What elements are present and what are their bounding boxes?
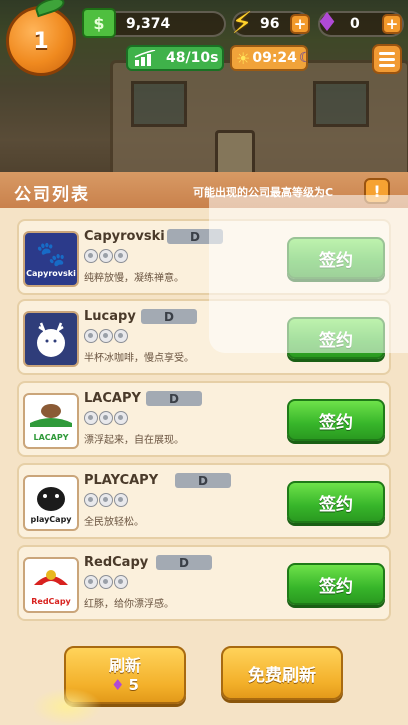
company-star-rating: [84, 329, 128, 343]
company-star-rating: [84, 575, 128, 589]
company-slogan: 红豚，给你漂浮感。: [84, 599, 174, 610]
company-card-lacapy: LACAPY LACAPY D 漂浮起来，自在展现。 签约: [17, 381, 391, 457]
game-clock-value: 09:24: [252, 50, 297, 66]
free-refresh-label: 免费刷新: [248, 665, 316, 686]
cash-icon: $: [82, 8, 116, 38]
menu-icon-line: [379, 63, 395, 67]
logo-caption: RedCapy: [31, 596, 71, 606]
gem-icon: ♦: [111, 676, 125, 694]
company-grade-badge: D: [146, 391, 202, 406]
company-card-redcapy: RedCapy RedCapy D 红豚，给你漂浮感。 签约: [17, 545, 391, 621]
capybara-head-icon: [37, 486, 65, 511]
company-name: LACAPY: [84, 391, 141, 406]
company-grade-badge: D: [141, 309, 197, 324]
logo-caption: Capyrovski: [26, 268, 76, 278]
red-capybara-icon: [34, 569, 68, 585]
company-slogan: 漂浮起来，自在展现。: [84, 435, 184, 446]
company-name: PLAYCAPY: [84, 473, 159, 488]
free-refresh-button[interactable]: 免费刷新: [221, 646, 343, 700]
add-gems-button[interactable]: +: [382, 14, 402, 34]
company-grade-badge: D: [167, 229, 223, 244]
gem-icon: ♦: [315, 8, 339, 38]
lucapy-logo: [23, 311, 79, 367]
company-name: Lucapy: [84, 309, 136, 324]
crocodile-capybara-icon: [30, 403, 72, 427]
redcapy-logo: RedCapy: [23, 557, 79, 613]
refresh-cost-value: 5: [128, 676, 139, 694]
player-level-value: 1: [33, 28, 49, 54]
sign-button[interactable]: 签约: [287, 563, 385, 605]
company-slogan: 全民放轻松。: [84, 517, 144, 528]
logo-caption: playCapy: [30, 514, 72, 524]
info-button[interactable]: !: [364, 178, 390, 204]
menu-icon-line: [379, 57, 395, 61]
refresh-button[interactable]: 刷新 ♦ 5: [64, 646, 186, 704]
income-rate-value: 48/10s: [166, 50, 219, 66]
menu-button[interactable]: [372, 44, 402, 74]
sun-icon: ☀: [236, 48, 251, 68]
growth-chart-icon: [134, 50, 156, 66]
company-star-rating: [84, 249, 128, 263]
sign-button[interactable]: 签约: [287, 317, 385, 359]
refresh-cost: ♦ 5: [66, 676, 184, 694]
income-rate-indicator[interactable]: 48/10s: [126, 45, 224, 71]
company-star-rating: [84, 493, 128, 507]
panel-title: 公司列表: [14, 185, 90, 205]
company-grade-badge: D: [175, 473, 231, 488]
exclamation-icon: !: [373, 181, 381, 201]
sign-button[interactable]: 签约: [287, 481, 385, 523]
company-name: RedCapy: [84, 555, 149, 570]
lacapy-logo: LACAPY: [23, 393, 79, 449]
game-clock: ☀ 09:24 ☾: [230, 45, 311, 71]
company-star-rating: [84, 411, 128, 425]
sign-button[interactable]: 签约: [287, 399, 385, 441]
sign-button[interactable]: 签约: [287, 237, 385, 279]
refresh-label: 刷新: [108, 656, 141, 675]
deer-icon: [37, 322, 65, 357]
company-card-playcapy: playCapy PLAYCAPY D 全民放轻松。 签约: [17, 463, 391, 539]
max-grade-hint: 可能出现的公司最高等级为C: [193, 186, 334, 199]
playcapy-logo: playCapy: [23, 475, 79, 531]
add-energy-button[interactable]: +: [290, 14, 310, 34]
logo-caption: LACAPY: [33, 432, 69, 442]
company-name: Capyrovski: [84, 229, 165, 244]
moon-icon: ☾: [298, 50, 312, 66]
company-card-lucapy: Lucapy D 半杯冰咖啡，慢点享受。 签约: [17, 299, 391, 375]
company-card-capyrovski: 🐾 Capyrovski Capyrovski D 纯粹放慢，凝练禅意。 签约: [17, 219, 391, 295]
lightning-icon: ⚡: [231, 5, 253, 41]
company-grade-badge: D: [156, 555, 212, 570]
player-level-badge[interactable]: 1: [6, 0, 76, 76]
company-slogan: 半杯冰咖啡，慢点享受。: [84, 353, 194, 364]
capybara-icon: 🐾: [36, 239, 66, 268]
capyrovski-logo: 🐾 Capyrovski: [23, 231, 79, 287]
company-slogan: 纯粹放慢，凝练禅意。: [84, 273, 184, 284]
menu-icon-line: [379, 51, 395, 55]
